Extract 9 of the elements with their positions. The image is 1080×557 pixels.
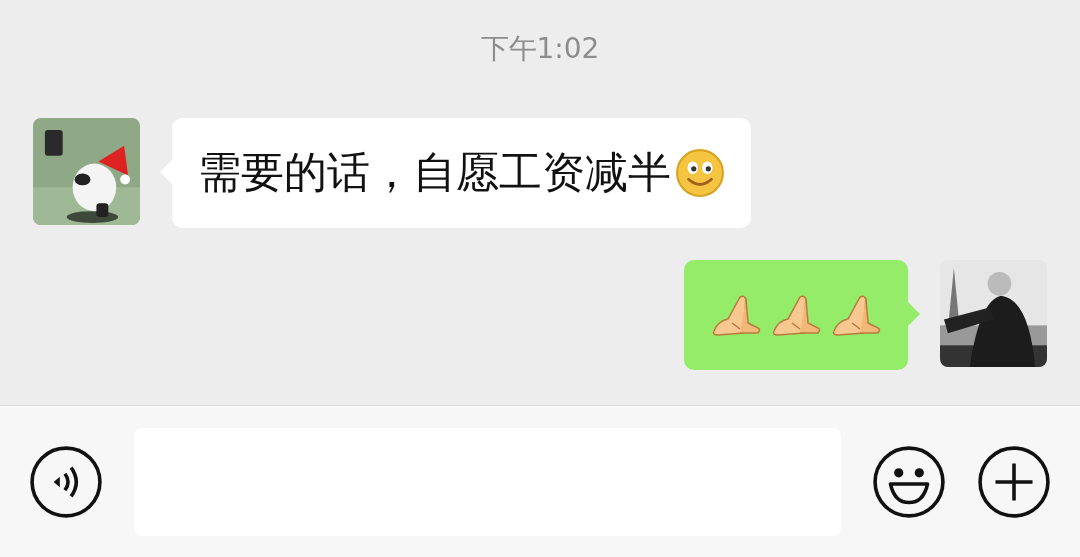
smiley-icon [871,444,946,519]
plus-icon [977,444,1052,519]
emoji-button[interactable] [871,443,947,520]
voice-button[interactable] [28,443,104,520]
voice-icon [28,444,103,519]
timestamp: 下午1:02 [480,32,600,67]
smiley-icon [675,148,725,198]
message-text: 需要的话，自愿工资减半 [198,146,671,199]
add-button[interactable] [976,443,1052,520]
